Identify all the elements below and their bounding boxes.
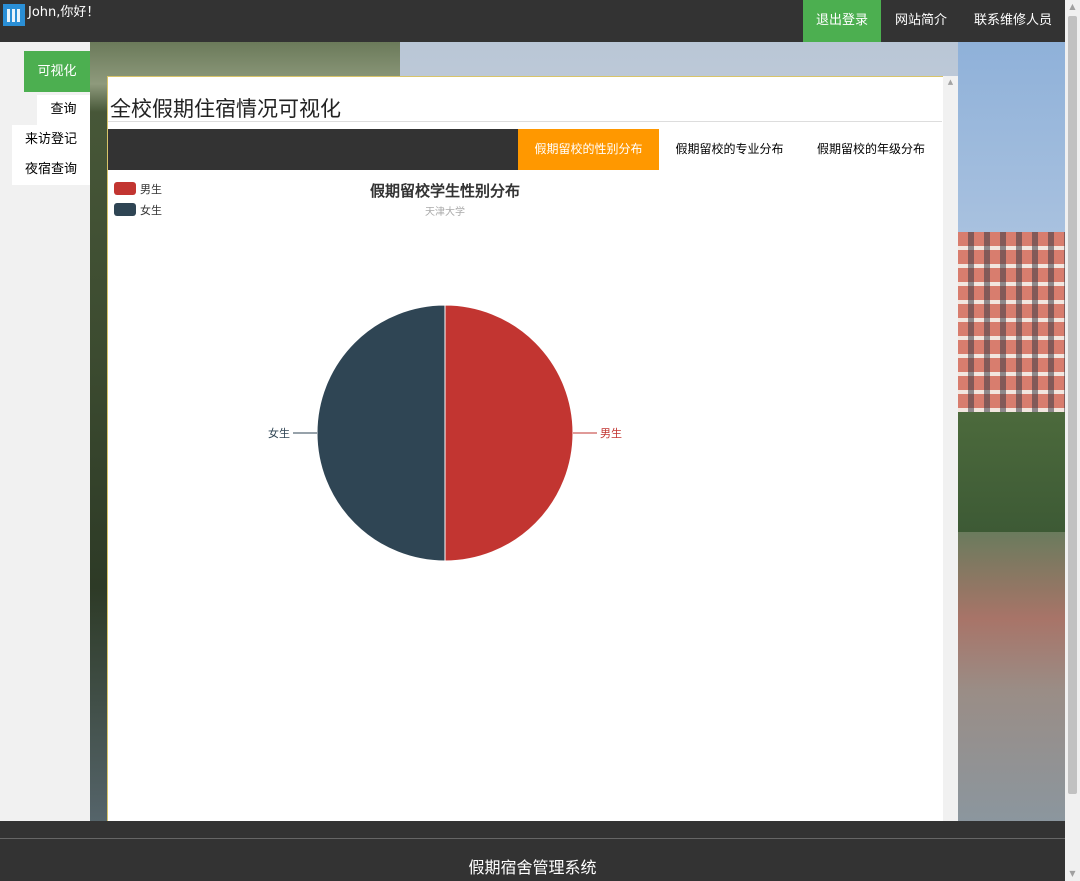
lake-reflection	[958, 532, 1065, 821]
sidebar-item-query[interactable]: 查询	[37, 95, 90, 125]
chart-subtitle: 天津大学	[425, 205, 465, 218]
panel-scroll-up-icon[interactable]: ▲	[943, 78, 958, 86]
about-link[interactable]: 网站简介	[881, 0, 961, 42]
scroll-up-icon[interactable]: ▲	[1065, 0, 1080, 14]
tab-major-distribution[interactable]: 假期留校的专业分布	[659, 129, 800, 170]
pie-slice-0[interactable]	[444, 304, 574, 562]
pie-slice-1[interactable]	[316, 304, 446, 562]
footer: 假期宿舍管理系统	[0, 821, 1065, 881]
gender-pie-chart: 男生女生 假期留校学生性别分布 天津大学 男生女生	[114, 182, 622, 562]
pie-label-1: 女生	[268, 426, 290, 440]
sidebar-item-visualization[interactable]: 可视化	[24, 51, 90, 92]
legend-label-1[interactable]: 女生	[140, 203, 162, 217]
shrubs	[958, 412, 1065, 532]
user-greeting: John,你好！	[28, 5, 100, 20]
dormitory-building	[958, 232, 1065, 432]
sidebar-item-visitor-registration[interactable]: 来访登记	[12, 125, 90, 155]
pie-slices	[316, 304, 574, 562]
sidebar: 可视化 查询 来访登记 夜宿查询	[0, 42, 90, 821]
page-scrollbar[interactable]: ▲ ▼	[1065, 0, 1080, 881]
tab-grade-distribution[interactable]: 假期留校的年级分布	[800, 129, 942, 170]
legend-swatch-0[interactable]	[114, 182, 136, 195]
building-icon	[3, 4, 25, 26]
top-navbar: John,你好！ 退出登录 网站简介 联系维修人员	[0, 0, 1065, 42]
chart-tabbar: 假期留校的性别分布 假期留校的专业分布 假期留校的年级分布	[108, 129, 942, 170]
logout-button[interactable]: 退出登录	[803, 0, 881, 42]
title-divider	[108, 121, 942, 122]
footer-divider	[0, 838, 1065, 839]
scroll-thumb[interactable]	[1068, 16, 1077, 794]
tab-gender-distribution[interactable]: 假期留校的性别分布	[518, 129, 659, 170]
legend-label-0[interactable]: 男生	[140, 182, 162, 196]
sky	[958, 42, 1065, 232]
page-title: 全校假期住宿情况可视化	[110, 97, 341, 121]
chart-legend[interactable]: 男生女生	[114, 182, 162, 217]
footer-title: 假期宿舍管理系统	[468, 858, 597, 877]
chart-title: 假期留校学生性别分布	[370, 182, 520, 200]
sidebar-item-overnight-query[interactable]: 夜宿查询	[12, 155, 90, 185]
scroll-down-icon[interactable]: ▼	[1065, 867, 1080, 881]
pie-label-0: 男生	[600, 426, 622, 440]
legend-swatch-1[interactable]	[114, 203, 136, 216]
main-panel: 全校假期住宿情况可视化 假期留校的性别分布 假期留校的专业分布 假期留校的年级分…	[107, 76, 943, 821]
panel-scrollbar[interactable]: ▲	[943, 76, 958, 821]
contact-repair-link[interactable]: 联系维修人员	[961, 0, 1065, 42]
